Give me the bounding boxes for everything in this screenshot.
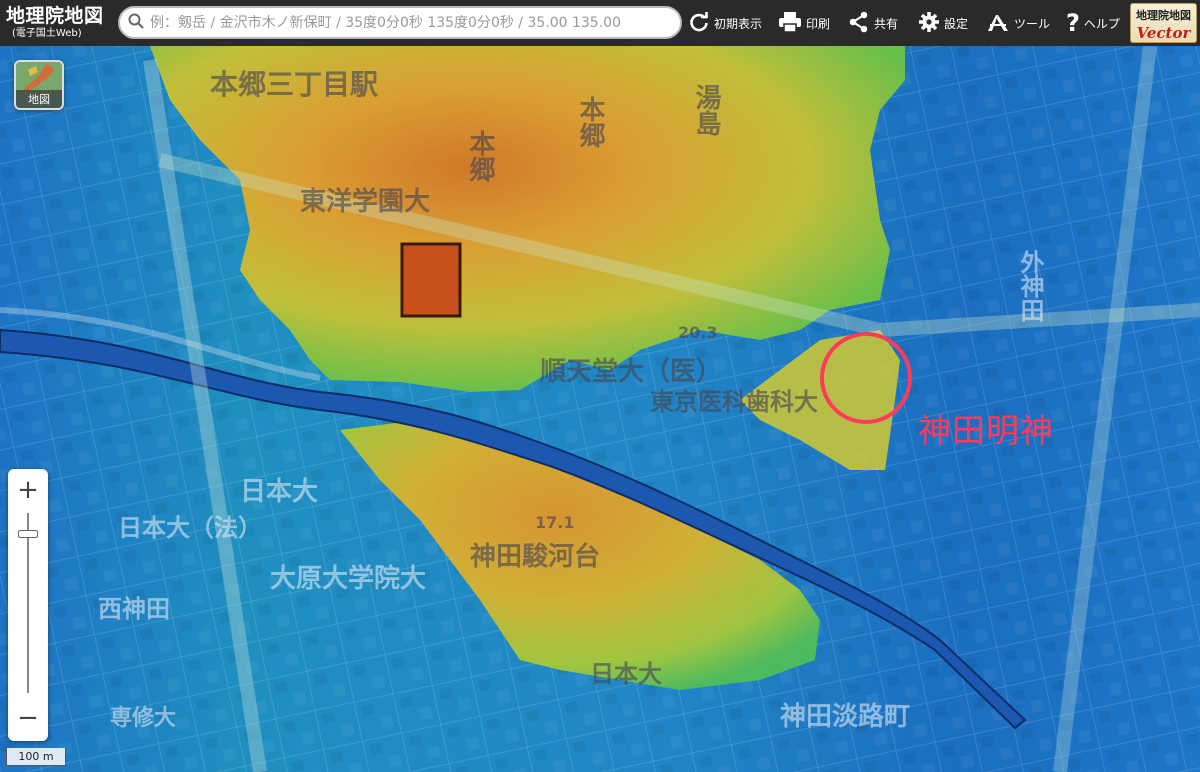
label-nihon-dai-law: 日本大（法） [118,514,262,542]
gsi-map-app: 本郷三丁目駅 東洋学園大 順天堂大（医） 東京医科歯科大 神田駿河台 日本大 日… [0,0,1200,772]
reset-icon [688,11,714,36]
share-label: 共有 [874,16,899,31]
elevation-map[interactable]: 本郷三丁目駅 東洋学園大 順天堂大（医） 東京医科歯科大 神田駿河台 日本大 日… [0,0,1200,772]
label-sotokanda-vert: 外神田 [1016,249,1044,322]
label-yushima-vert: 湯島 [691,84,721,137]
label-hongo-sanchome-station: 本郷三丁目駅 [210,68,378,101]
zoom-in-button[interactable]: + [8,471,48,509]
app-subtitle: (電子国土Web) [12,28,82,39]
help-label: ヘルプ [1083,16,1120,31]
label-senshu: 専修大 [110,705,176,731]
map-type-button[interactable]: 地図 [14,60,64,110]
reset-view-label: 初期表示 [714,16,763,31]
label-height-1: 20.3 [678,323,717,342]
label-nihon-dai-2: 日本大 [590,660,662,688]
label-nishikanda: 西神田 [98,595,170,623]
label-tokyo-ika: 東京医科歯科大 [650,388,818,416]
tools-button[interactable]: ツール [986,0,1050,46]
reset-view-button[interactable]: 初期表示 [688,0,762,46]
label-kanda-surugadai: 神田駿河台 [470,541,600,572]
header-bar: 地理院地図 (電子国土Web) 初期表示 印刷 共有 [0,0,1200,46]
share-button[interactable]: 共有 [848,0,898,46]
print-button[interactable]: 印刷 [778,0,830,46]
settings-label: 設定 [944,16,969,31]
search-input[interactable] [150,14,670,31]
tools-label: ツール [1014,16,1051,31]
help-button[interactable]: ? ヘルプ [1066,0,1120,46]
search-box[interactable] [118,6,682,39]
zoom-out-button[interactable]: − [8,699,48,737]
label-juntendo: 順天堂大（医） [540,357,722,387]
print-icon [778,11,806,36]
label-sotokanda: 外神田 [1016,249,1044,322]
label-toyo-gakuen: 東洋学園大 [300,186,430,217]
label-height-2: 17.1 [535,513,574,532]
search-icon [128,13,144,33]
vector-badge-title: 地理院地図 [1136,9,1191,22]
zoom-control: + − [8,469,48,741]
share-icon [848,11,874,36]
vector-badge-text: Vector [1136,24,1191,42]
tool-icon [986,11,1014,36]
settings-button[interactable]: 設定 [918,0,968,46]
vector-map-badge[interactable]: 地理院地図 Vector [1130,3,1197,43]
help-icon: ? [1066,9,1080,37]
annotation-label: 神田明神 [918,411,1054,450]
label-nihon-dai: 日本大 [240,477,318,507]
annotation-circle [820,332,912,424]
zoom-slider-thumb[interactable] [18,530,38,538]
high-building-block [400,242,462,318]
label-hongo-1: 本郷 [465,130,495,182]
app-title: 地理院地図 [6,5,104,27]
zoom-slider-track[interactable] [27,513,29,693]
label-awajicho: 神田淡路町 [780,701,910,732]
scale-bar: 100 m [6,748,66,766]
map-type-label: 地図 [16,90,62,108]
map-canvas[interactable]: 本郷三丁目駅 東洋学園大 順天堂大（医） 東京医科歯科大 神田駿河台 日本大 日… [0,0,1200,772]
label-hongo-2: 本郷 [575,96,605,148]
gear-icon [918,11,944,36]
label-yushima: 湯島 [691,84,721,137]
print-label: 印刷 [806,16,831,31]
label-ohara: 大原大学院大 [270,563,426,594]
app-logo[interactable]: 地理院地図 (電子国土Web) [0,7,112,39]
